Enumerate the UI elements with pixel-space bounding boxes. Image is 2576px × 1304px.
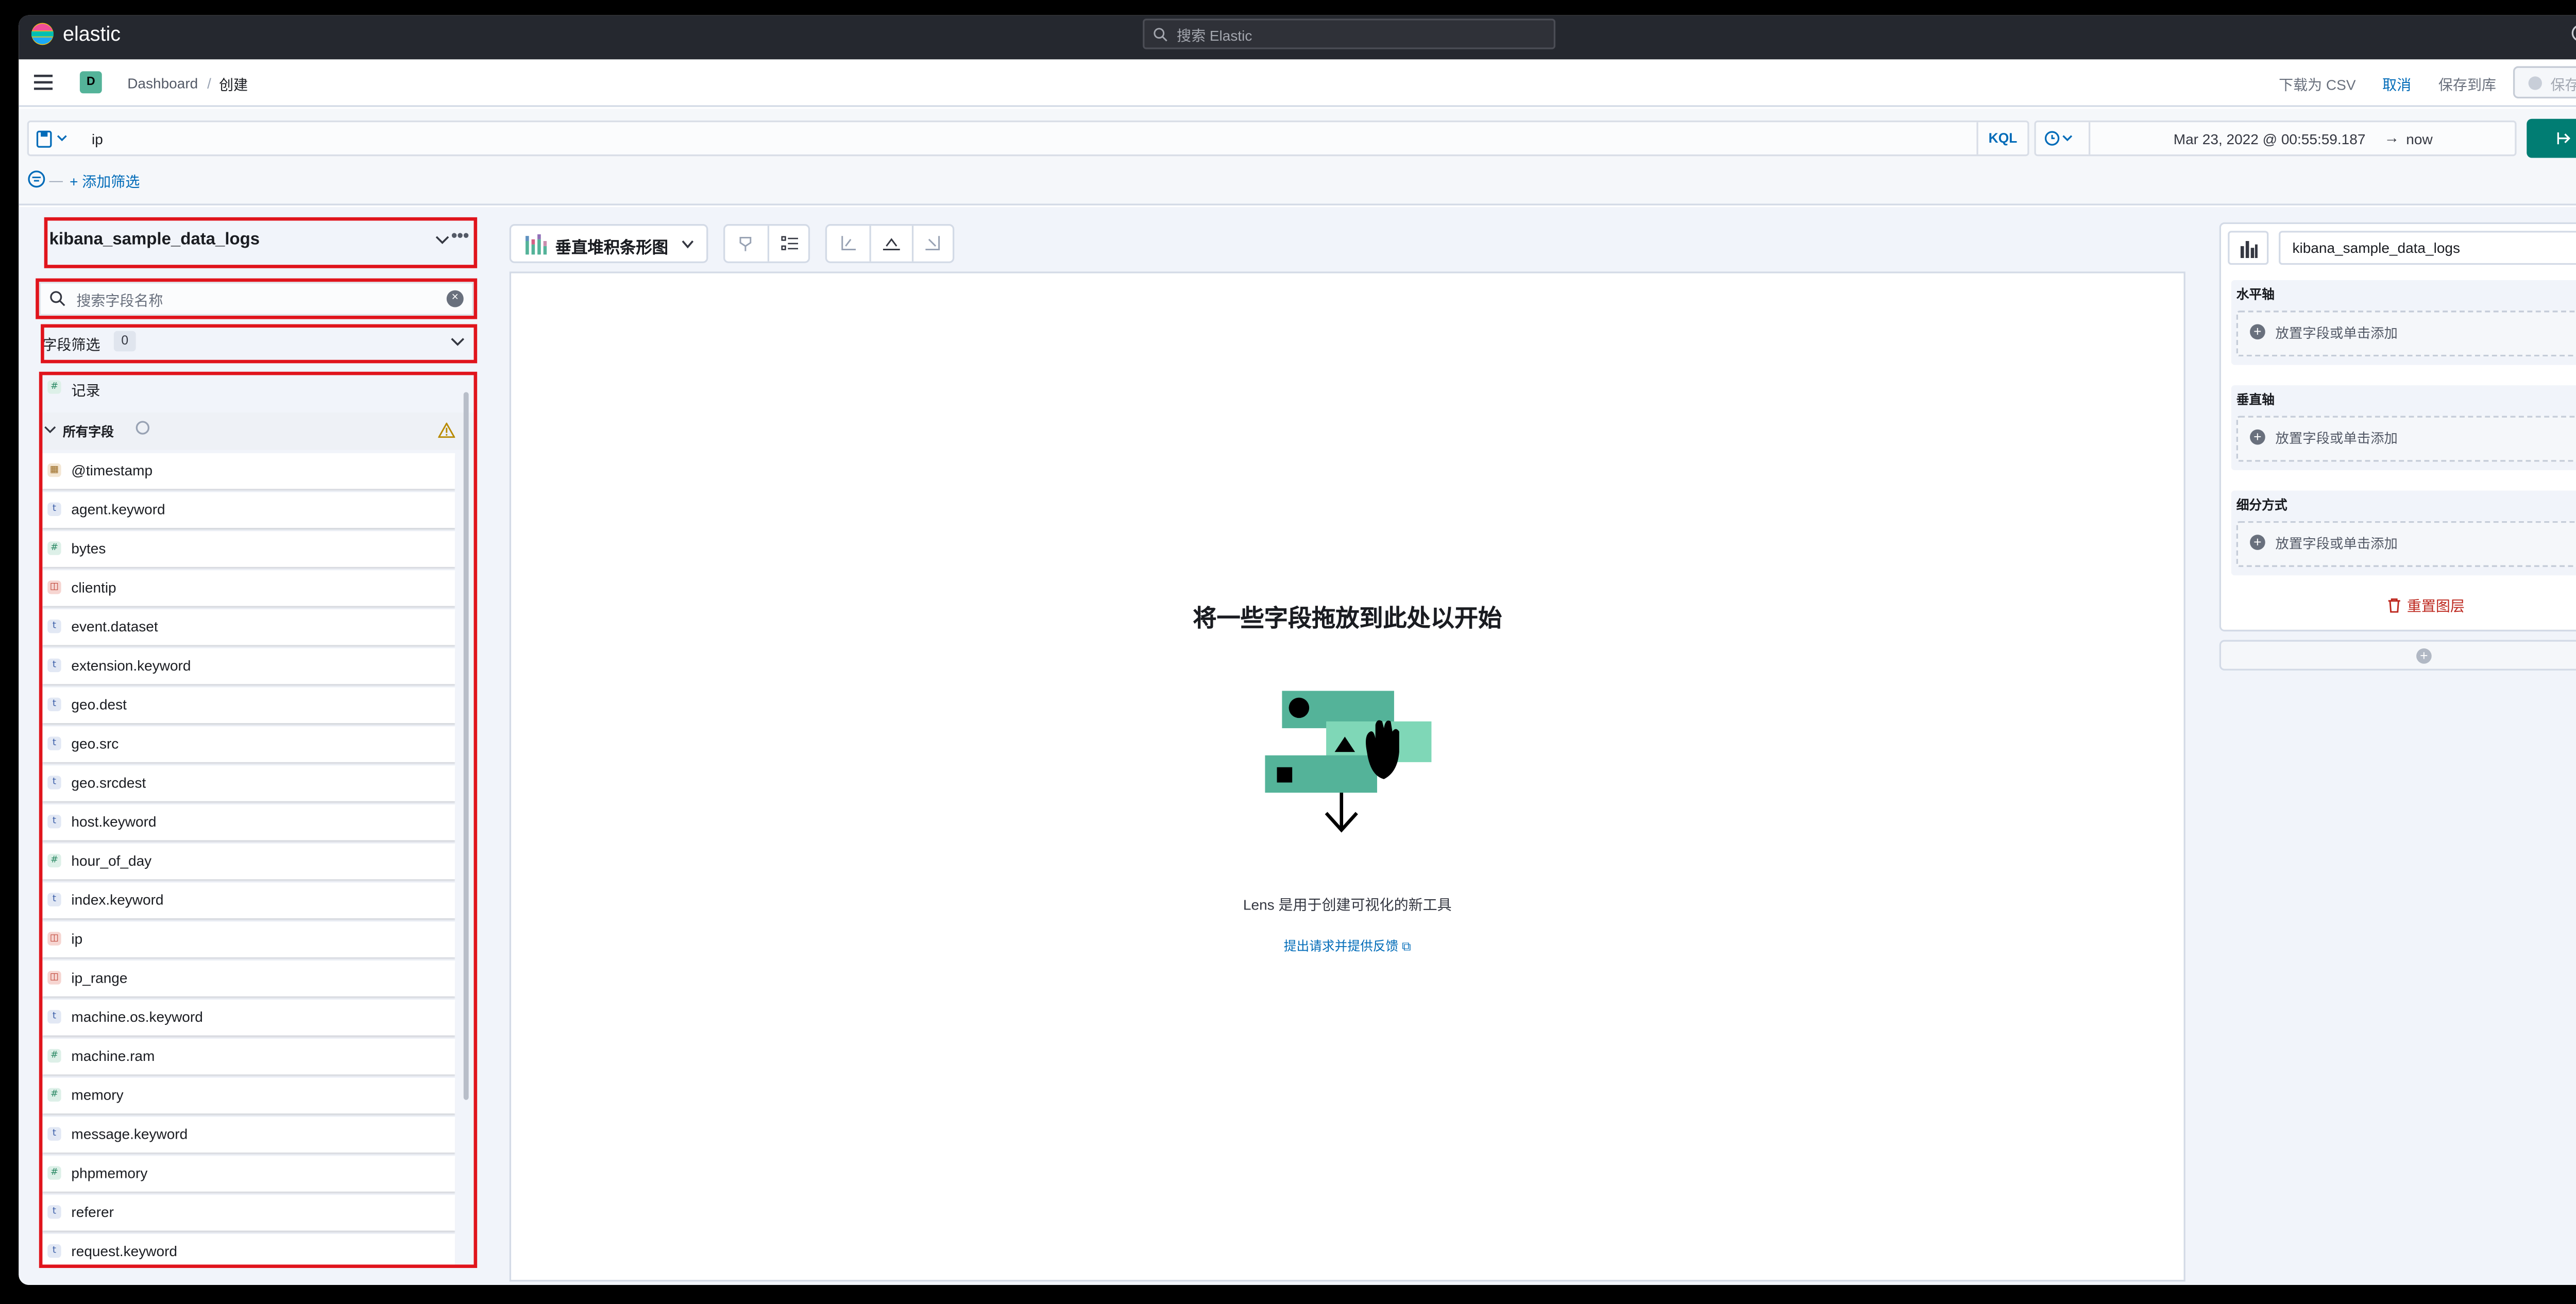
axis-bottom-icon [883,238,900,250]
quick-select-button[interactable] [2036,122,2091,155]
add-filter-button[interactable]: + 添加筛选 [70,171,140,192]
plus-icon: + [2250,429,2265,445]
download-csv-link[interactable]: 下载为 CSV [2279,75,2355,95]
bar-stacked-icon [526,234,547,255]
dimension-title: 细分方式 [2236,497,2287,513]
breadcrumb-dashboard[interactable]: Dashboard [127,75,198,92]
refresh-icon [2557,132,2571,145]
dimension-title: 垂直轴 [2236,392,2275,408]
dropzone-placeholder: 放置字段或单击添加 [2275,325,2398,341]
dimension-title: 水平轴 [2236,287,2275,302]
annotation-box-1 [44,217,478,268]
query-value: ip [91,130,103,148]
feedback-link[interactable]: 提出请求并提供反馈 ⧉ [510,937,2185,955]
filter-options-icon[interactable] [27,170,46,188]
refresh-button[interactable]: 更新 [2527,118,2576,158]
reset-layer-label: 重置图层 [2406,597,2465,615]
left-axis-button[interactable] [827,226,868,261]
kibana-window: elastic 搜索 Elastic D Dashboard / 创建 下载为 … [19,15,2576,1285]
reset-layer-button[interactable]: 重置图层 [2219,596,2576,616]
filter-separator: — [49,173,63,188]
global-search-placeholder: 搜索 Elastic [1177,27,1252,44]
annotation-box-3 [41,324,478,364]
legend-button[interactable] [767,226,810,262]
help-icon[interactable] [2571,24,2576,42]
bar-stacked-icon [2240,241,2258,258]
axis-right-icon [925,236,940,250]
chart-type-switcher[interactable]: 垂直堆积条形图 [509,224,708,263]
breakdown-group: 细分方式 + 放置字段或单击添加 [2231,490,2576,576]
lens-description: Lens 是用于创建可视化的新工具 [1243,896,1452,914]
display-options-group [723,224,810,263]
dropzone-placeholder: 放置字段或单击添加 [2275,536,2398,552]
vertical-axis-group: 垂直轴 + 放置字段或单击添加 [2231,385,2576,470]
add-layer-button[interactable]: + [2219,640,2576,671]
breadcrumb-separator: / [207,75,211,92]
global-search-input[interactable]: 搜索 Elastic [1143,19,1556,49]
brand-name: elastic [62,22,121,46]
horizontal-axis-dropzone[interactable]: + 放置字段或单击添加 [2236,311,2576,357]
breakdown-dropzone[interactable]: + 放置字段或单击添加 [2236,521,2576,567]
breadcrumb-create: 创建 [219,76,248,94]
plus-icon: + [2250,324,2265,340]
vertical-axis-dropzone[interactable]: + 放置字段或单击添加 [2236,416,2576,462]
query-language-button[interactable]: KQL [1976,122,2027,155]
date-end[interactable]: now [2406,131,2432,148]
chart-type-label: 垂直堆积条形图 [555,239,668,258]
check-icon [2528,76,2542,90]
layer-index-name: kibana_sample_data_logs [2292,239,2461,256]
trash-icon [2389,598,2401,613]
annotation-box-2 [36,278,478,319]
saved-query-icon[interactable] [36,129,73,149]
date-start[interactable]: Mar 23, 2022 @ 00:55:59.187 [2174,131,2366,148]
plus-icon: + [2416,648,2432,664]
date-picker[interactable]: Mar 23, 2022 @ 00:55:59.187 → now [2034,121,2517,157]
right-axis-button[interactable] [911,226,954,262]
menu-icon[interactable] [33,75,53,90]
calendar-clock-icon [2044,131,2073,146]
save-to-library-link[interactable]: 保存到库 [2438,75,2496,95]
query-input[interactable]: ip KQL [27,121,2029,157]
elastic-logo-icon[interactable] [30,22,54,46]
horizontal-axis-group: 水平轴 + 放置字段或单击添加 [2231,280,2576,365]
dropzone-placeholder: 放置字段或单击添加 [2275,431,2398,447]
bottom-axis-button[interactable] [869,226,912,262]
legend-icon [781,236,799,250]
save-and-return-label: 保存并返回 [2550,76,2576,94]
search-icon [1154,28,1167,42]
save-and-return-button[interactable]: 保存并返回 [2513,66,2576,99]
axis-left-icon [841,236,856,250]
layer-index-select[interactable]: kibana_sample_data_logs [2279,231,2576,265]
annotation-box-4 [39,371,478,1268]
query-bar: ip KQL Mar 23, 2022 @ 00:55:59.187 → now… [19,108,2576,205]
axis-options-group [825,224,955,263]
empty-state-title: 将一些字段拖放到此处以开始 [1193,604,1502,632]
breadcrumb-bar: D Dashboard / 创建 下载为 CSV 取消 保存到库 保存并返回 [19,59,2576,107]
value-labels-button[interactable] [725,226,766,261]
global-header: elastic 搜索 Elastic [19,15,2576,60]
space-avatar[interactable]: D [79,71,102,94]
plus-icon: + [2250,535,2265,550]
layer-settings-button[interactable] [2228,231,2269,265]
cancel-link[interactable]: 取消 [2382,75,2411,95]
drag-drop-illustration [1265,691,1432,833]
chevron-down-icon [682,240,694,249]
date-arrow-icon: → [2384,129,2400,146]
bar-label-icon [739,236,752,251]
